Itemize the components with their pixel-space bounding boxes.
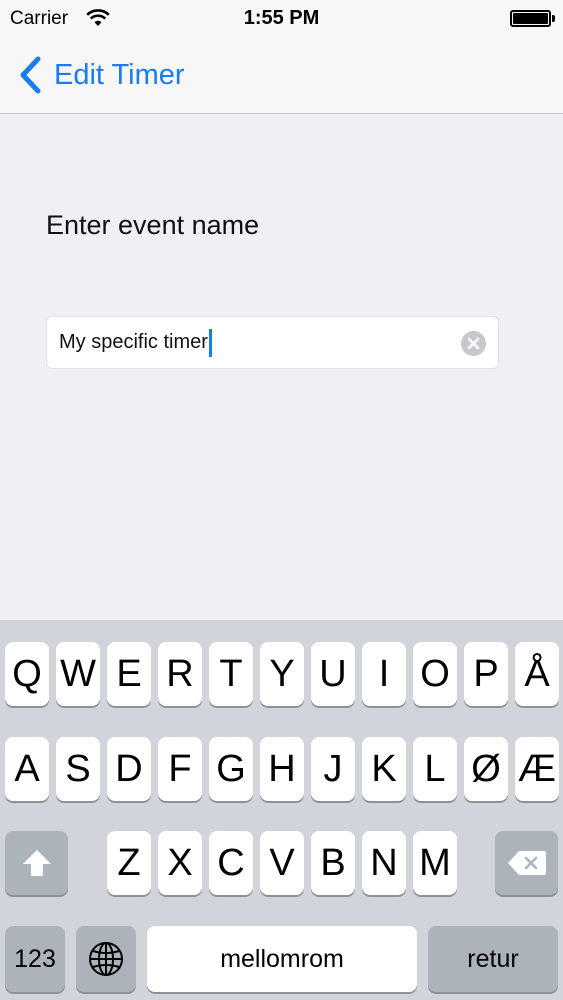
event-name-prompt: Enter event name (46, 210, 260, 240)
key-c[interactable]: C (209, 831, 253, 895)
navigation-bar: Edit Timer (0, 38, 563, 114)
delete-key[interactable] (495, 831, 558, 895)
key-z[interactable]: Z (107, 831, 151, 895)
status-bar: Carrier 1:55 PM (0, 0, 563, 38)
key-w[interactable]: W (56, 642, 100, 706)
key-m[interactable]: M (413, 831, 457, 895)
battery-tip (552, 15, 555, 22)
key-o[interactable]: O (413, 642, 457, 706)
key-s[interactable]: S (56, 737, 100, 801)
key-i[interactable]: I (362, 642, 406, 706)
key-d[interactable]: D (107, 737, 151, 801)
key-a[interactable]: A (5, 737, 49, 801)
keyboard: Q W E R T Y U I O P Å A S D F G H J K L … (0, 620, 563, 1000)
key-h[interactable]: H (260, 737, 304, 801)
event-name-input[interactable]: My specific timer (46, 316, 499, 369)
key-k[interactable]: K (362, 737, 406, 801)
key-v[interactable]: V (260, 831, 304, 895)
key-g[interactable]: G (209, 737, 253, 801)
delete-icon (507, 851, 546, 875)
shift-key[interactable] (5, 831, 68, 895)
key-b[interactable]: B (311, 831, 355, 895)
key-r[interactable]: R (158, 642, 202, 706)
clock: 1:55 PM (243, 7, 320, 29)
key-o-slash[interactable]: Ø (464, 737, 508, 801)
back-button[interactable]: Edit Timer (18, 54, 185, 96)
key-f[interactable]: F (158, 737, 202, 801)
key-y[interactable]: Y (260, 642, 304, 706)
key-x[interactable]: X (158, 831, 202, 895)
battery-icon (510, 10, 551, 27)
key-n[interactable]: N (362, 831, 406, 895)
key-t[interactable]: T (209, 642, 253, 706)
text-cursor (208, 328, 212, 357)
key-ae[interactable]: Æ (515, 737, 559, 801)
key-e[interactable]: E (107, 642, 151, 706)
globe-key[interactable] (76, 926, 136, 992)
shift-icon (22, 850, 51, 876)
clear-text-button[interactable] (461, 331, 486, 356)
back-button-label: Edit Timer (54, 58, 185, 91)
space-key[interactable]: mellomrom (147, 926, 417, 992)
key-u[interactable]: U (311, 642, 355, 706)
event-name-value: My specific timer (59, 331, 208, 353)
numbers-key[interactable]: 123 (5, 926, 65, 992)
key-q[interactable]: Q (5, 642, 49, 706)
clear-icon (467, 337, 480, 350)
key-j[interactable]: J (311, 737, 355, 801)
chevron-left-icon (20, 56, 41, 94)
return-key[interactable]: retur (428, 926, 558, 992)
key-a-ring[interactable]: Å (515, 642, 559, 706)
globe-icon (89, 942, 123, 976)
key-l[interactable]: L (413, 737, 457, 801)
key-p[interactable]: P (464, 642, 508, 706)
